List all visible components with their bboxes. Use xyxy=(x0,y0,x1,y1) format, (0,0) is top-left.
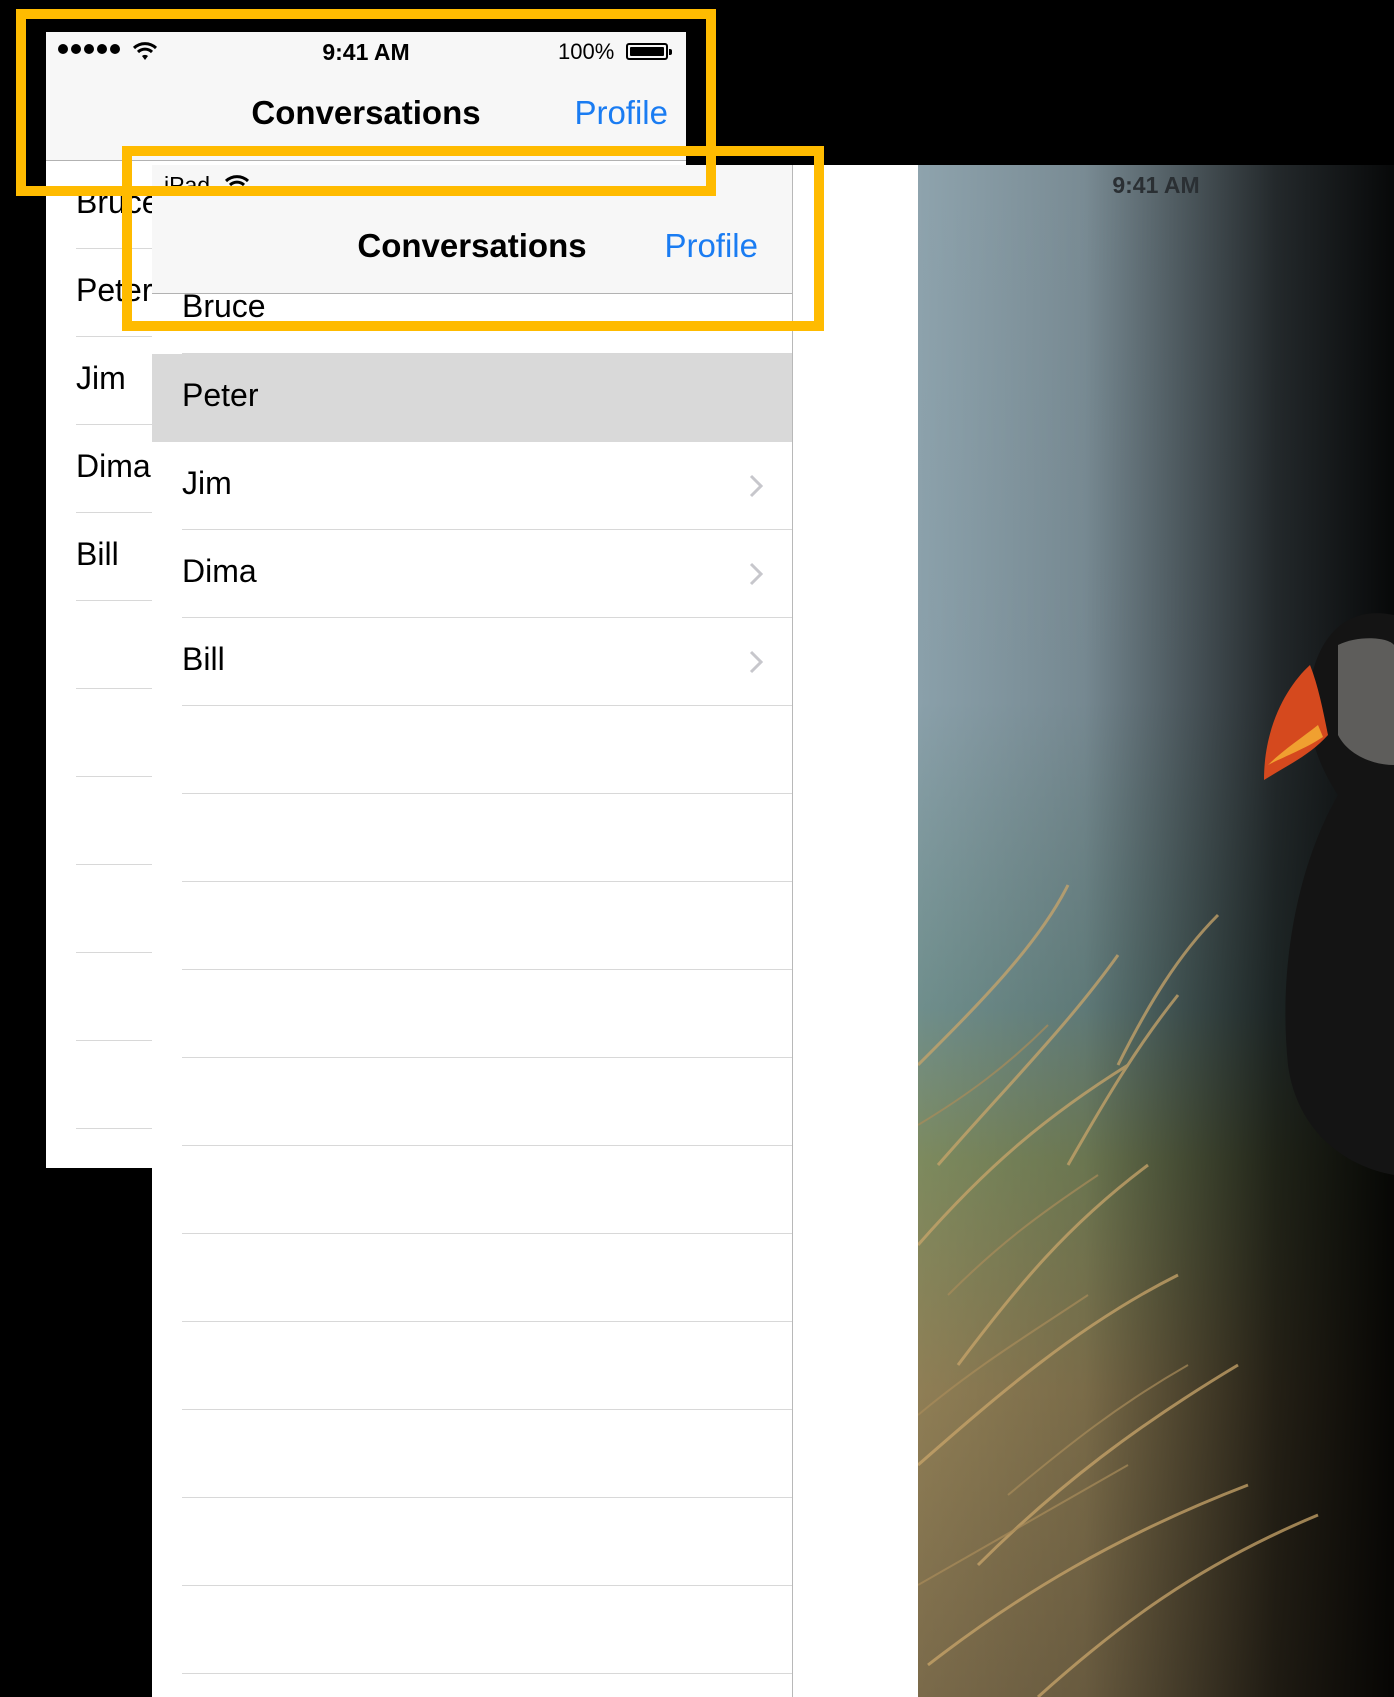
chevron-right-icon xyxy=(749,650,764,674)
list-item-label: Jim xyxy=(182,465,232,501)
empty-row xyxy=(152,1322,792,1410)
list-item-label: Peter xyxy=(76,272,153,308)
device-name: iPad xyxy=(164,172,211,198)
empty-row xyxy=(152,794,792,882)
puffin-photo xyxy=(918,613,1394,1697)
empty-row xyxy=(152,970,792,1058)
list-item[interactable]: Dima xyxy=(152,530,792,618)
profile-button[interactable]: Profile xyxy=(664,227,758,265)
empty-row xyxy=(152,706,792,794)
empty-row xyxy=(152,1146,792,1234)
empty-row xyxy=(152,882,792,970)
empty-row xyxy=(152,1410,792,1498)
chevron-right-icon xyxy=(749,562,764,586)
list-item-label: Dima xyxy=(76,448,151,484)
empty-row xyxy=(152,1586,792,1674)
ipad-screen: iPad Conversations Profile Bruce Peter J… xyxy=(152,165,1394,1697)
list-item[interactable]: Bruce xyxy=(152,294,792,354)
list-item-selected[interactable]: Peter xyxy=(152,354,792,442)
list-item-label: Bruce xyxy=(182,294,266,324)
master-pane: iPad Conversations Profile Bruce Peter J… xyxy=(152,165,793,1697)
pane-divider-space xyxy=(793,165,918,1697)
empty-row xyxy=(152,1498,792,1586)
profile-button[interactable]: Profile xyxy=(574,94,668,132)
list-item-label: Bill xyxy=(182,641,225,677)
list-item[interactable]: Jim xyxy=(152,442,792,530)
list-item-label: Bruce xyxy=(76,184,160,220)
status-time: 9:41 AM xyxy=(1112,172,1200,198)
empty-row xyxy=(152,1234,792,1322)
list-item[interactable]: Bill xyxy=(152,618,792,706)
ipad-conversation-list: Bruce Peter Jim Dima Bill xyxy=(152,294,792,1697)
list-item-label: Dima xyxy=(182,553,257,589)
iphone-status-bar: 9:41 AM 100% xyxy=(46,32,686,72)
battery-icon xyxy=(626,43,672,60)
ipad-nav-bar: Conversations Profile xyxy=(152,205,792,294)
empty-row xyxy=(152,1674,792,1697)
detail-pane-photo: 9:41 AM xyxy=(918,165,1394,1697)
list-item-label: Peter xyxy=(182,377,259,413)
list-item-label: Jim xyxy=(76,360,126,396)
empty-row xyxy=(152,1058,792,1146)
list-item-label: Bill xyxy=(76,536,119,572)
iphone-nav-bar: Conversations Profile xyxy=(46,72,686,161)
wifi-icon xyxy=(224,175,250,193)
ipad-status-bar: iPad xyxy=(152,165,792,205)
chevron-right-icon xyxy=(749,474,764,498)
battery-percent: 100% xyxy=(558,39,615,64)
